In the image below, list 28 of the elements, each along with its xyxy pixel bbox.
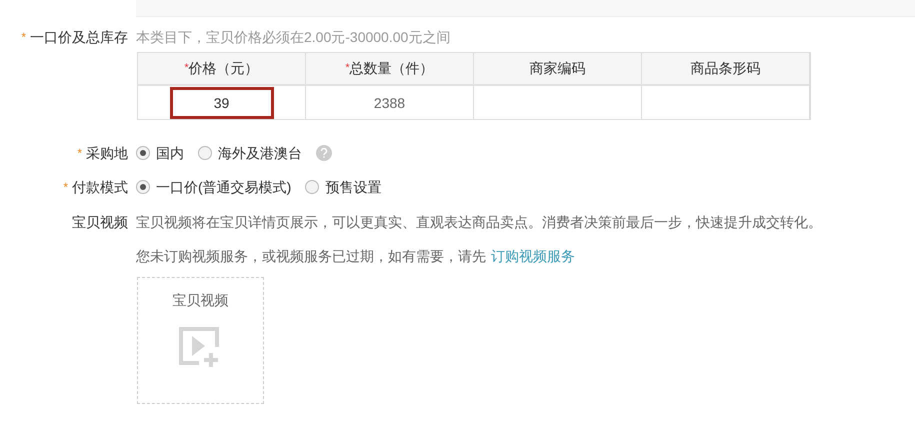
required-mark: *: [184, 62, 189, 74]
radio-button[interactable]: [198, 146, 212, 160]
required-mark: *: [21, 31, 26, 43]
radio-button[interactable]: [136, 180, 150, 194]
column-header: *价格（元）: [138, 53, 306, 86]
required-mark: *: [77, 147, 82, 159]
hint-text: 本类目下，宝贝价格必须在2.00元-30000.00元之间: [136, 28, 450, 46]
radio-button[interactable]: [136, 146, 150, 160]
description-text: 宝贝视频将在宝贝详情页展示，可以更真实、直观表达商品卖点。消费者决策前最后一步，快速提升成交转化。: [136, 212, 822, 232]
radio-label: 预售设置: [325, 178, 382, 196]
column-header: 商家编码: [474, 53, 642, 86]
notice-text: 您未订购视频服务，或视频服务已过期，如有需要，请先: [136, 246, 486, 266]
field-label: 付款模式: [72, 178, 128, 196]
required-mark: *: [63, 181, 68, 193]
column-header: *总数量（件）: [306, 53, 474, 86]
help-icon[interactable]: [316, 145, 332, 161]
radio-button[interactable]: [305, 180, 320, 194]
field-label: 采购地: [86, 144, 128, 162]
radio-label: 国内: [156, 144, 184, 162]
radio-label: 海外及港澳台: [218, 144, 302, 162]
field-label: 一口价及总库存: [30, 28, 128, 46]
field-label: 宝贝视频: [72, 212, 128, 232]
column-header: 商品条形码: [642, 53, 810, 86]
required-mark: *: [345, 62, 350, 74]
radio-label: 一口价(普通交易模式): [156, 178, 292, 197]
table-input[interactable]: 39: [170, 86, 274, 118]
video-upload[interactable]: 宝贝视频: [137, 277, 264, 404]
subscribe-link[interactable]: 订购视频服务: [491, 246, 575, 266]
